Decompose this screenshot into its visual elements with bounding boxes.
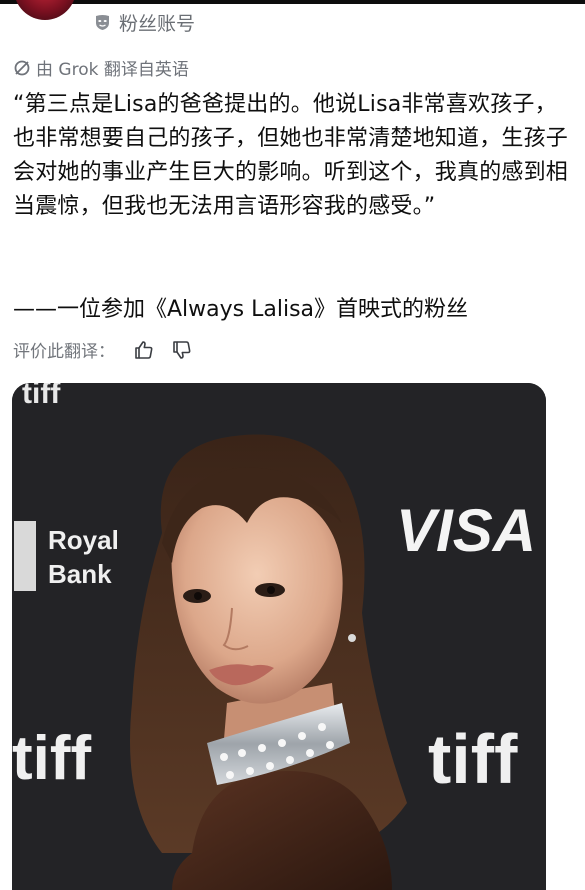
backdrop-tiff-left: tiff	[12, 724, 92, 793]
account-badge-label: 粉丝账号	[119, 13, 196, 35]
grok-logo-icon	[13, 59, 31, 77]
rate-translation-label: 评价此翻译：	[13, 342, 115, 362]
backdrop-tiff-right: tiff	[428, 720, 518, 798]
post-quote: “第三点是Lisa的爸爸提出的。他说Lisa非常喜欢孩子，也非常想要自己的孩子，…	[13, 92, 569, 219]
post-photo[interactable]: tiff Royal Bank VISA tiff RB tiff	[12, 383, 546, 890]
photo-illustration: tiff Royal Bank VISA tiff RB tiff	[12, 383, 546, 890]
thumbs-down-icon[interactable]	[171, 339, 193, 361]
mask-icon	[94, 14, 111, 31]
top-edge	[0, 0, 585, 4]
translation-note: 由 Grok 翻译自英语	[13, 55, 189, 80]
translation-note-text: 由 Grok 翻译自英语	[36, 60, 189, 80]
thumbs-up-icon[interactable]	[133, 339, 155, 361]
backdrop-bank: Bank	[48, 559, 112, 589]
rate-translation: 评价此翻译：	[13, 337, 193, 362]
avatar[interactable]	[14, 0, 76, 20]
account-badge: 粉丝账号	[94, 9, 195, 36]
backdrop-visa: VISA	[396, 497, 536, 564]
rbc-logo-icon	[14, 521, 36, 591]
backdrop-tiff-top: tiff	[22, 383, 61, 410]
post-attribution: ——一位参加《Always Lalisa》首映式的粉丝	[13, 297, 469, 322]
backdrop-royal: Royal	[48, 525, 119, 555]
